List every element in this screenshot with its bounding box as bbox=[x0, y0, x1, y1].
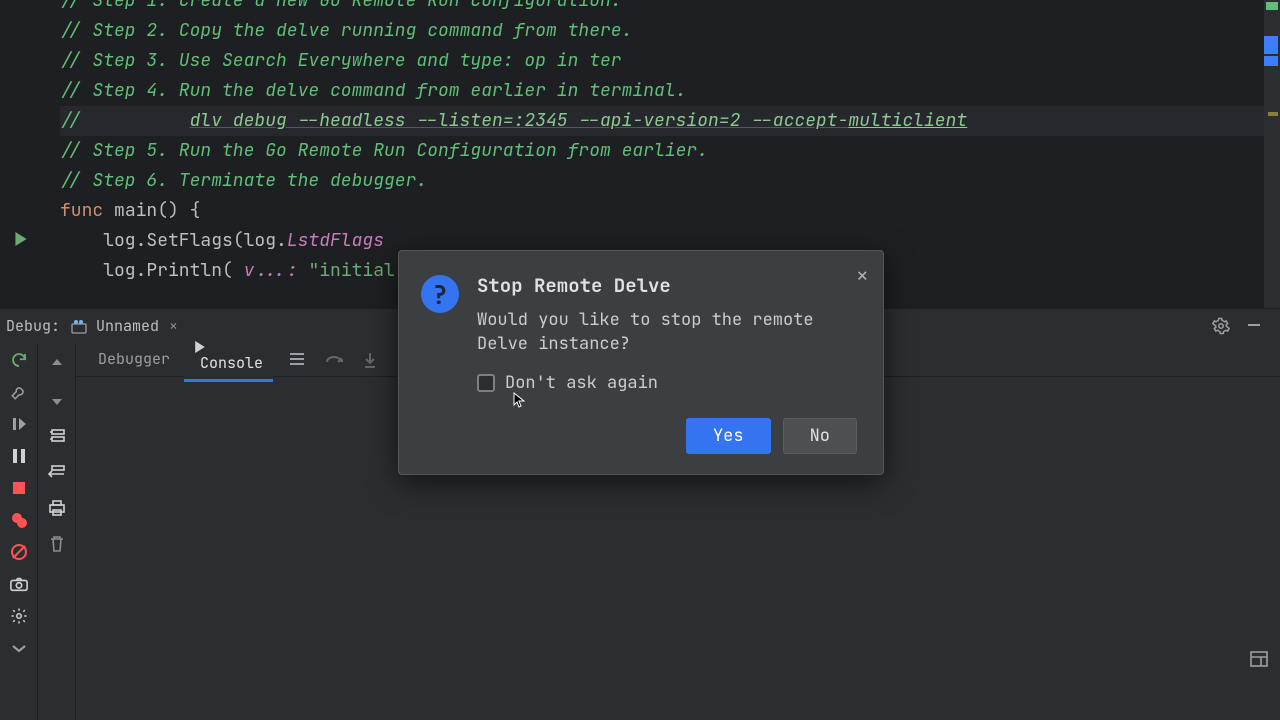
code-line[interactable]: // dlv debug --headless --listen=:2345 -… bbox=[60, 106, 1280, 136]
step-into-icon[interactable] bbox=[363, 352, 377, 368]
wrench-icon[interactable] bbox=[8, 381, 30, 403]
warning-marker bbox=[1268, 112, 1278, 116]
debug-left-toolbar bbox=[0, 343, 38, 720]
editor-marker-strip[interactable] bbox=[1264, 0, 1280, 308]
close-tab-icon[interactable]: × bbox=[169, 316, 178, 336]
run-gutter-icon[interactable] bbox=[14, 232, 28, 246]
tab-console[interactable]: Console bbox=[184, 337, 273, 382]
scroll-marker bbox=[1264, 36, 1278, 54]
debug-frames-toolbar bbox=[38, 343, 76, 720]
dont-ask-checkbox[interactable]: Don't ask again bbox=[477, 372, 857, 394]
list-icon[interactable] bbox=[289, 352, 305, 368]
rerun-icon[interactable] bbox=[8, 349, 30, 371]
frame-down-icon[interactable] bbox=[46, 389, 68, 411]
no-button[interactable]: No bbox=[783, 418, 857, 454]
more-icon[interactable] bbox=[8, 637, 30, 659]
question-icon: ? bbox=[421, 275, 459, 313]
checkbox-box[interactable] bbox=[477, 374, 495, 392]
camera-icon[interactable] bbox=[8, 573, 30, 595]
play-icon bbox=[194, 341, 263, 353]
close-icon[interactable]: × bbox=[856, 261, 869, 290]
step-over-icon[interactable] bbox=[325, 352, 343, 368]
mute-breakpoints-icon[interactable] bbox=[8, 541, 30, 563]
step-icon[interactable] bbox=[46, 461, 68, 483]
code-line[interactable]: // Step 5. Run the Go Remote Run Configu… bbox=[60, 136, 1280, 166]
resume-icon[interactable] bbox=[8, 413, 30, 435]
scroll-marker bbox=[1264, 56, 1278, 66]
code-line[interactable]: // Step 1. Create a new Go Remote Run Co… bbox=[60, 0, 1280, 16]
inspection-ok-marker bbox=[1266, 2, 1278, 10]
checkbox-label: Don't ask again bbox=[505, 372, 658, 394]
code-line[interactable]: // Step 6. Terminate the debugger. bbox=[60, 166, 1280, 196]
yes-button[interactable]: Yes bbox=[686, 418, 771, 454]
code-line[interactable]: // Step 3. Use Search Everywhere and typ… bbox=[60, 46, 1280, 76]
tab-label: Console bbox=[200, 353, 263, 373]
tab-label: Debugger bbox=[98, 349, 170, 369]
breakpoints-icon[interactable] bbox=[8, 509, 30, 531]
dialog-title: Stop Remote Delve bbox=[477, 273, 857, 298]
trash-icon[interactable] bbox=[46, 533, 68, 555]
tab-debugger[interactable]: Debugger bbox=[88, 345, 180, 375]
print-icon[interactable] bbox=[46, 497, 68, 519]
frame-up-icon[interactable] bbox=[46, 353, 68, 375]
code-line[interactable]: // Step 4. Run the delve command from ea… bbox=[60, 76, 1280, 106]
run-config-name[interactable]: Unnamed bbox=[96, 316, 159, 336]
layout-icon[interactable] bbox=[1250, 651, 1268, 667]
pause-icon[interactable] bbox=[8, 445, 30, 467]
stop-delve-dialog: ? × Stop Remote Delve Would you like to … bbox=[398, 250, 884, 475]
frames-list-icon[interactable] bbox=[46, 425, 68, 447]
code-line[interactable]: // Step 2. Copy the delve running comman… bbox=[60, 16, 1280, 46]
debug-label: Debug: bbox=[6, 316, 60, 336]
settings-icon[interactable] bbox=[1212, 317, 1230, 335]
stop-icon[interactable] bbox=[8, 477, 30, 499]
code-line[interactable]: func main() { bbox=[60, 196, 1280, 226]
debug-settings-icon[interactable] bbox=[8, 605, 30, 627]
run-config-icon bbox=[70, 317, 92, 335]
minimize-icon[interactable] bbox=[1246, 317, 1262, 335]
dialog-message: Would you like to stop the remote Delve … bbox=[477, 308, 857, 356]
